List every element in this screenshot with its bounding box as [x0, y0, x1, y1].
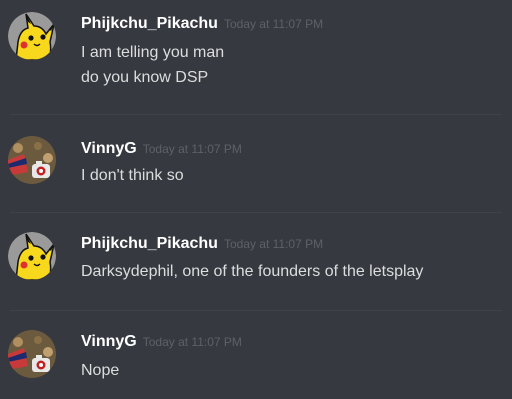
message-line: I don't think so	[81, 167, 184, 184]
message-divider	[10, 114, 502, 115]
message-author[interactable]: Phijkchu_Pikachu Today at 11:07 PM	[81, 15, 323, 33]
vinnyg-avatar-icon[interactable]	[8, 136, 56, 184]
message-group: Phijkchu_Pikachu Today at 11:07 PM Darksy…	[0, 222, 512, 312]
message-timestamp: Today at 11:07 PM	[142, 142, 242, 156]
message-group: Phijkchu_Pikachu Today at 11:07 PM I am t…	[0, 0, 512, 110]
chat-message-list: Phijkchu_Pikachu Today at 11:07 PM I am t…	[0, 0, 512, 399]
author-name[interactable]: VinnyG	[81, 333, 137, 350]
message-divider	[10, 212, 502, 213]
message-divider	[10, 310, 502, 311]
author-name[interactable]: Phijkchu_Pikachu	[81, 15, 218, 32]
message-author[interactable]: Phijkchu_Pikachu Today at 11:07 PM	[81, 235, 323, 253]
message-line: I am telling you man	[81, 44, 225, 61]
pikachu-avatar-icon[interactable]	[8, 232, 56, 280]
author-name[interactable]: Phijkchu_Pikachu	[81, 235, 218, 252]
message-author[interactable]: VinnyG Today at 11:07 PM	[81, 333, 242, 351]
message-group: VinnyG Today at 11:07 PM I don't think so	[0, 126, 512, 216]
message-line: Darksydephil, one of the founders of the…	[81, 263, 424, 280]
message-line: do you know DSP	[81, 69, 209, 86]
pikachu-avatar-icon[interactable]	[8, 12, 56, 60]
vinnyg-avatar-icon[interactable]	[8, 330, 56, 378]
message-line: Nope	[81, 362, 120, 379]
message-author[interactable]: VinnyG Today at 11:07 PM	[81, 140, 242, 158]
message-group: VinnyG Today at 11:07 PM Nope	[0, 320, 512, 399]
author-name[interactable]: VinnyG	[81, 140, 137, 157]
message-timestamp: Today at 11:07 PM	[142, 335, 242, 349]
message-timestamp: Today at 11:07 PM	[223, 17, 324, 31]
message-timestamp: Today at 11:07 PM	[223, 237, 324, 251]
